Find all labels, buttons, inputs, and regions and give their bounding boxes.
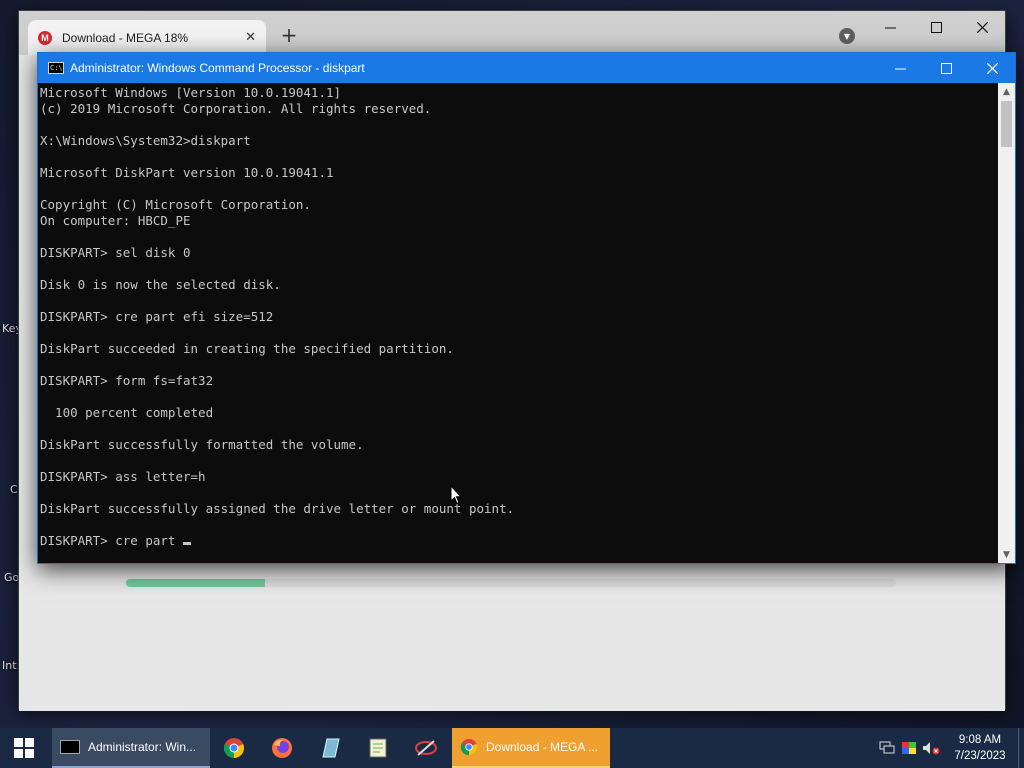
mega-icon: M — [38, 30, 52, 45]
console-line: Microsoft Windows [Version 10.0.19041.1] — [40, 85, 342, 100]
scroll-down-arrow-icon[interactable]: ▼ — [998, 546, 1015, 563]
console-line: On computer: HBCD_PE — [40, 213, 191, 228]
clock-time: 9:08 AM — [958, 734, 1002, 746]
desktop-icon-label[interactable]: C — [10, 483, 18, 496]
chrome-icon — [223, 738, 245, 759]
maximize-button[interactable] — [913, 11, 959, 43]
cmd-maximize-button[interactable] — [923, 53, 969, 83]
maximize-icon — [940, 62, 952, 74]
close-icon — [976, 21, 988, 33]
chrome-tab-strip: M Download - MEGA 18% ✕ + ▼ — [19, 11, 1005, 55]
taskbar-chrome-icon[interactable] — [210, 728, 258, 768]
taskbar-item-chrome-download[interactable]: Download - MEGA ... — [452, 728, 610, 768]
scroll-thumb[interactable] — [1001, 101, 1012, 147]
console-line: Microsoft DiskPart version 10.0.19041.1 — [40, 165, 334, 180]
mouse-pointer-icon — [450, 485, 462, 505]
minimize-icon — [884, 27, 896, 28]
cmd-close-button[interactable] — [969, 53, 1015, 83]
taskbar-snipping-tool-icon[interactable] — [402, 728, 450, 768]
desktop-icon-label[interactable]: Go — [4, 571, 19, 584]
cmd-scrollbar[interactable]: ▲ ▼ — [998, 83, 1015, 563]
display-settings-icon[interactable] — [898, 741, 920, 755]
taskbar: Administrator: Win... Download - MEGA ..… — [0, 728, 1024, 768]
text-cursor — [183, 542, 191, 545]
network-icon[interactable] — [876, 741, 898, 755]
mega-download-progress — [126, 579, 896, 587]
close-icon — [986, 62, 998, 74]
network-icon-svg — [879, 741, 895, 754]
console-line: DiskPart successfully formatted the volu… — [40, 437, 364, 452]
console-line: DiskPart successfully assigned the drive… — [40, 501, 515, 516]
chrome-profile-dropdown-icon[interactable]: ▼ — [839, 28, 855, 44]
minimize-button[interactable] — [867, 11, 913, 43]
taskbar-notepad-icon[interactable] — [354, 728, 402, 768]
mega-download-progress-fill — [126, 579, 265, 587]
console-line: 100 percent completed — [40, 405, 214, 420]
color-grid-icon — [902, 742, 916, 754]
speaker-muted-icon — [923, 742, 940, 755]
cmd-window-title: Administrator: Windows Command Processor… — [70, 61, 365, 75]
cmd-app-icon — [60, 740, 80, 754]
start-button[interactable] — [0, 728, 48, 768]
windows-logo-icon — [14, 738, 34, 758]
chrome-tab-mega[interactable]: M Download - MEGA 18% ✕ — [28, 20, 266, 55]
cmd-console-output[interactable]: Microsoft Windows [Version 10.0.19041.1]… — [38, 83, 999, 563]
show-desktop-button[interactable] — [1018, 728, 1024, 768]
cmd-minimize-button[interactable] — [877, 53, 923, 83]
desktop-icon-label[interactable]: Int — [2, 659, 17, 672]
console-line: DISKPART> ass letter=h — [40, 469, 206, 484]
console-line: DISKPART> form fs=fat32 — [40, 373, 214, 388]
notepad-icon — [369, 738, 387, 758]
tab-title: Download - MEGA 18% — [62, 30, 189, 45]
console-line: Copyright (C) Microsoft Corporation. — [40, 197, 311, 212]
console-line: DISKPART> sel disk 0 — [40, 245, 191, 260]
taskbar-item-label: Administrator: Win... — [88, 740, 197, 754]
close-button[interactable] — [959, 11, 1005, 43]
taskbar-firefox-icon[interactable] — [258, 728, 306, 768]
console-line: Disk 0 is now the selected disk. — [40, 277, 281, 292]
volume-muted-icon[interactable] — [920, 741, 942, 755]
chrome-icon — [460, 738, 478, 756]
scroll-up-arrow-icon[interactable]: ▲ — [998, 83, 1015, 100]
taskbar-app-icon[interactable] — [306, 728, 354, 768]
firefox-icon — [272, 738, 292, 758]
console-line: DISKPART> cre part — [40, 533, 999, 549]
console-line: X:\Windows\System32>diskpart — [40, 133, 251, 148]
clock-date: 7/23/2023 — [954, 750, 1006, 762]
taskbar-clock[interactable]: 9:08 AM 7/23/2023 — [942, 732, 1018, 764]
taskbar-item-cmd[interactable]: Administrator: Win... — [52, 728, 210, 768]
cmd-window: C:\ Administrator: Windows Command Proce… — [37, 52, 1016, 564]
console-line: DiskPart succeeded in creating the speci… — [40, 341, 454, 356]
system-tray: 9:08 AM 7/23/2023 — [876, 728, 1024, 768]
console-line: (c) 2019 Microsoft Corporation. All righ… — [40, 101, 432, 116]
maximize-icon — [930, 21, 942, 33]
app-icon — [322, 738, 340, 758]
cmd-app-icon: C:\ — [48, 62, 64, 74]
snipping-tool-icon — [415, 740, 437, 756]
taskbar-item-label: Download - MEGA ... — [486, 740, 599, 754]
minimize-icon — [894, 68, 906, 69]
console-line: DISKPART> cre part efi size=512 — [40, 309, 274, 324]
new-tab-button[interactable]: + — [277, 24, 301, 48]
cmd-titlebar[interactable]: C:\ Administrator: Windows Command Proce… — [38, 53, 1015, 83]
tab-close-icon[interactable]: ✕ — [245, 30, 256, 45]
